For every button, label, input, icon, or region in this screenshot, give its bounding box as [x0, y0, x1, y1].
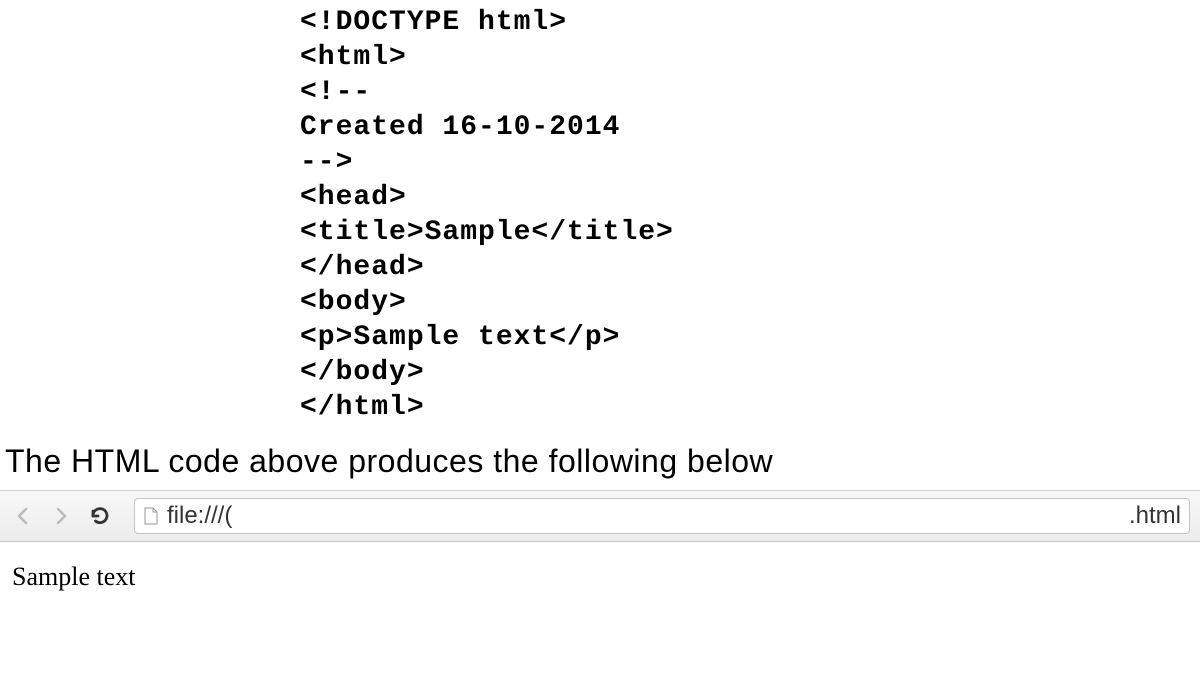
- code-line: </head>: [300, 252, 425, 283]
- code-line: <html>: [300, 42, 407, 73]
- page-text: Sample text: [12, 562, 135, 591]
- arrow-left-icon: [13, 506, 33, 526]
- code-line: <head>: [300, 182, 407, 213]
- code-line: </html>: [300, 392, 425, 423]
- url-extension: .html: [1129, 502, 1181, 530]
- arrow-right-icon: [51, 506, 71, 526]
- code-block: <!DOCTYPE html> <html> <!-- Created 16-1…: [0, 0, 1200, 425]
- code-line: <!--: [300, 77, 371, 108]
- forward-button[interactable]: [48, 503, 74, 529]
- reload-icon: [89, 505, 111, 527]
- code-line: Created 16-10-2014: [300, 112, 620, 143]
- code-line: <title>Sample</title>: [300, 217, 674, 248]
- code-line: <body>: [300, 287, 407, 318]
- url-text: file:///(: [167, 502, 1181, 530]
- file-icon: [143, 506, 159, 526]
- reload-button[interactable]: [86, 502, 114, 530]
- browser-page-content: Sample text: [0, 542, 1200, 612]
- browser-toolbar: file:///( .html: [0, 490, 1200, 542]
- code-line: <p>Sample text</p>: [300, 322, 620, 353]
- code-line: </body>: [300, 357, 425, 388]
- url-bar[interactable]: file:///( .html: [134, 498, 1190, 534]
- caption-text: The HTML code above produces the followi…: [0, 425, 1200, 490]
- code-line: <!DOCTYPE html>: [300, 7, 567, 38]
- back-button[interactable]: [10, 503, 36, 529]
- code-line: -->: [300, 147, 353, 178]
